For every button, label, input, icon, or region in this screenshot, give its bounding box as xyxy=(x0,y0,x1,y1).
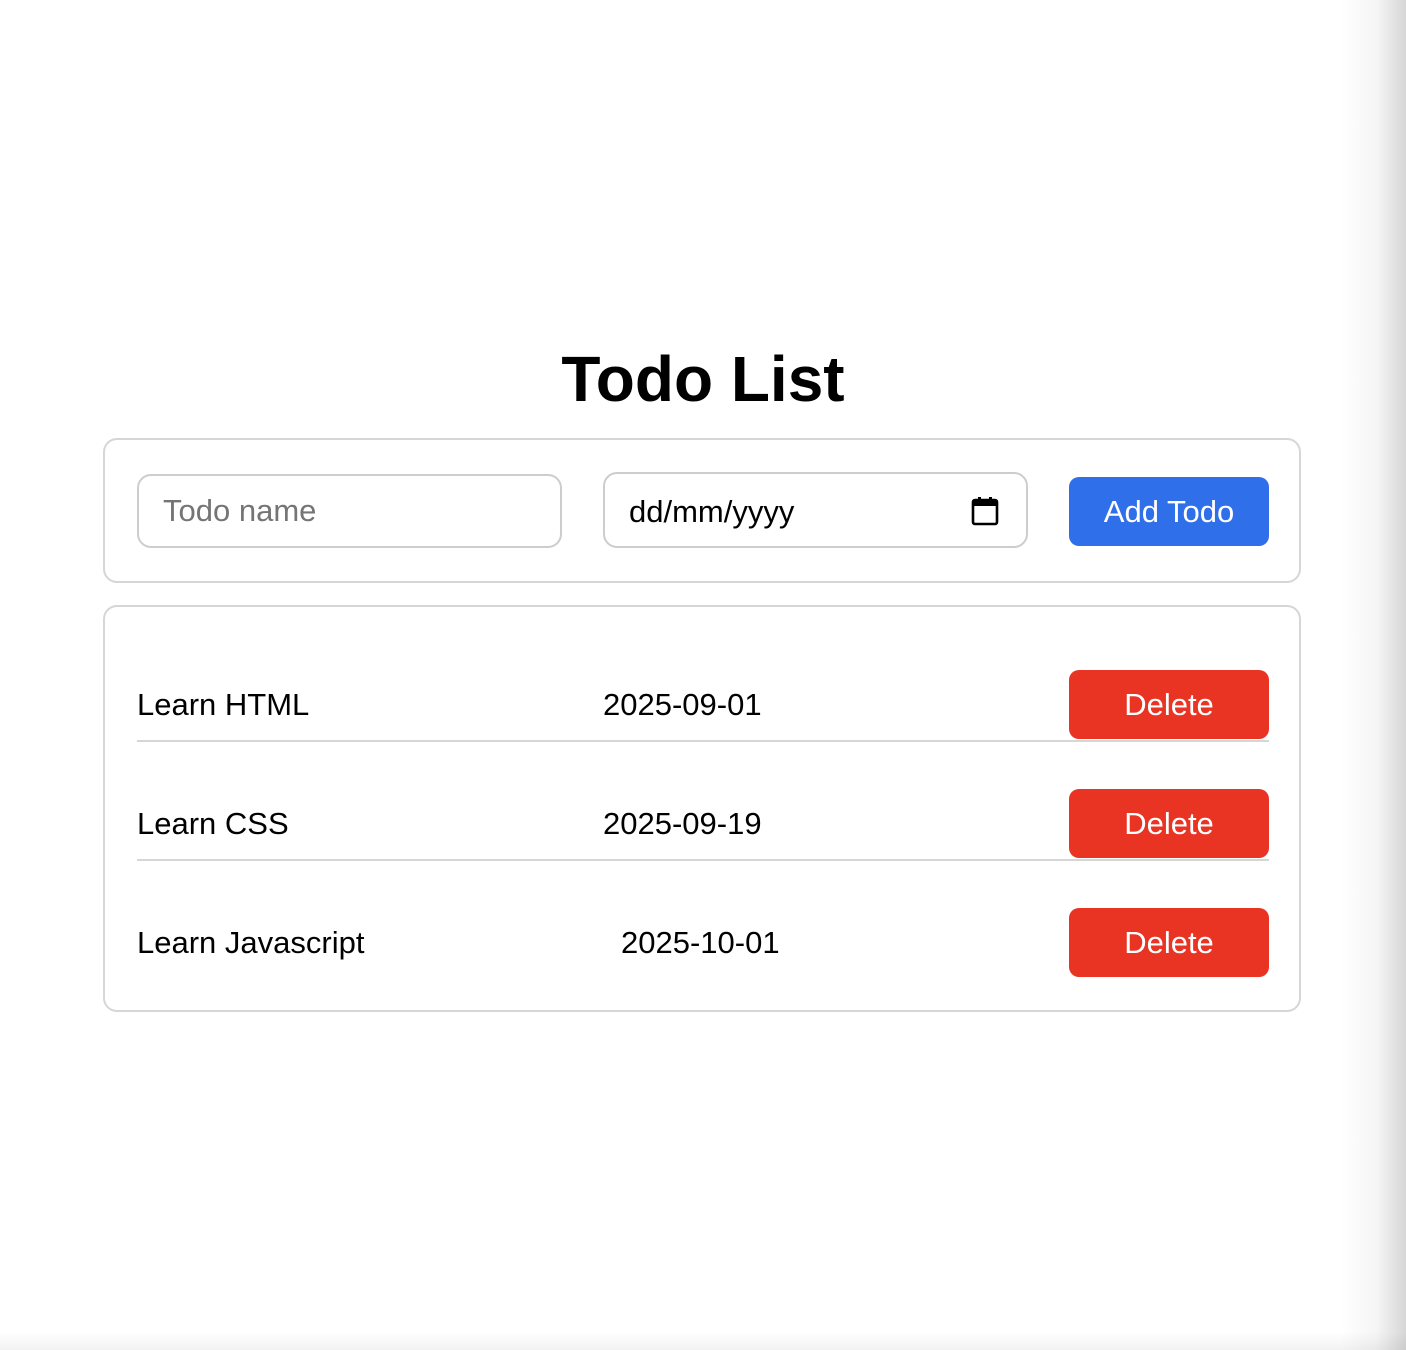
todo-name-input[interactable] xyxy=(139,476,560,546)
delete-button[interactable]: Delete xyxy=(1069,670,1269,739)
window-bottom-shadow xyxy=(0,1332,1406,1350)
todo-form: dd/mm/yyyy Add Todo xyxy=(103,438,1301,583)
todo-item-date: 2025-10-01 xyxy=(621,925,780,960)
delete-button[interactable]: Delete xyxy=(1069,789,1269,858)
todo-name-field[interactable] xyxy=(137,474,562,548)
list-item: Learn Javascript 2025-10-01 Delete xyxy=(137,861,1269,980)
todo-item-name: Learn CSS xyxy=(137,806,289,841)
todo-item-name: Learn HTML xyxy=(137,687,310,722)
list-item: Learn HTML 2025-09-01 Delete xyxy=(137,623,1269,742)
add-todo-button[interactable]: Add Todo xyxy=(1069,477,1269,546)
todo-item-date: 2025-09-01 xyxy=(603,687,762,722)
window-edge-shadow xyxy=(1340,0,1406,1350)
todo-date-field[interactable]: dd/mm/yyyy xyxy=(603,472,1028,548)
page: Todo List dd/mm/yyyy Add Todo Learn HTML… xyxy=(0,0,1406,1350)
todo-item-name: Learn Javascript xyxy=(137,925,365,960)
todo-item-date: 2025-09-19 xyxy=(603,806,762,841)
todo-list: Learn HTML 2025-09-01 Delete Learn CSS 2… xyxy=(103,605,1301,1012)
page-title: Todo List xyxy=(561,343,845,415)
calendar-icon[interactable] xyxy=(971,496,999,526)
date-placeholder: dd/mm/yyyy xyxy=(629,494,795,529)
delete-button[interactable]: Delete xyxy=(1069,908,1269,977)
list-item: Learn CSS 2025-09-19 Delete xyxy=(137,742,1269,861)
